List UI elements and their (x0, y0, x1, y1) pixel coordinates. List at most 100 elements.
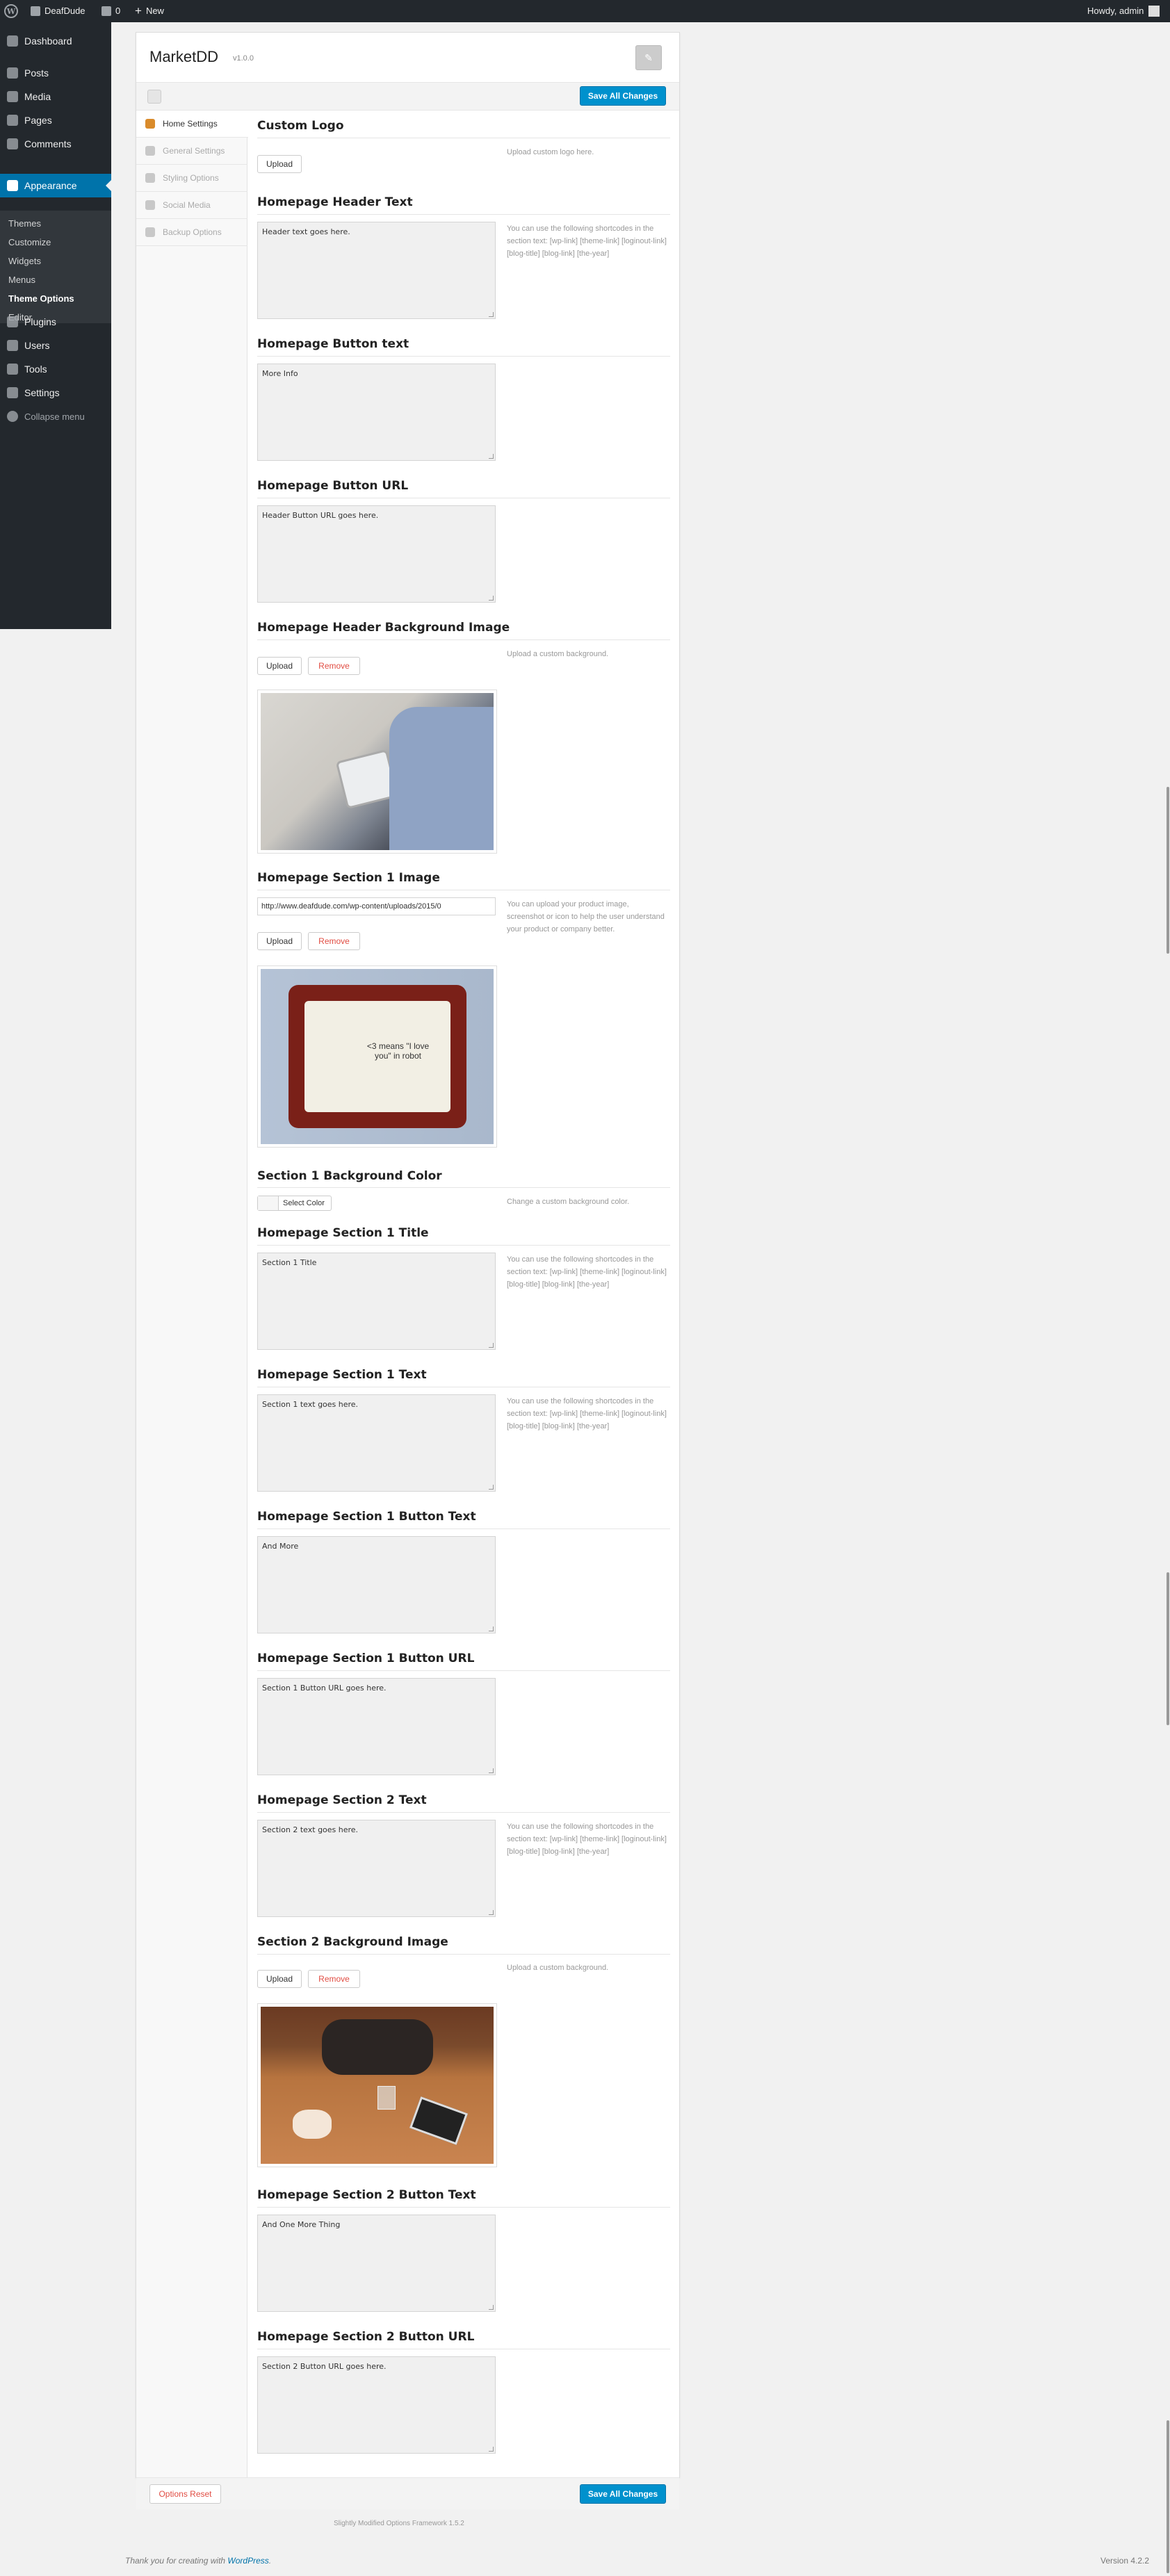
header-bg-upload-button[interactable]: Upload (257, 657, 302, 675)
section1-button-url-textarea[interactable]: Section 1 Button URL goes here. (257, 1678, 496, 1775)
new-content-link[interactable]: + New (135, 0, 164, 22)
menu-settings[interactable]: Settings (0, 381, 111, 405)
divider (257, 356, 670, 357)
save-all-changes-bottom-button[interactable]: Save All Changes (580, 2484, 666, 2504)
custom-logo-desc: Upload custom logo here. (507, 148, 594, 156)
header-text-label: Homepage Header Text (257, 195, 413, 209)
admin-bar: W DeafDude 0 + New Howdy, admin (0, 0, 1170, 22)
pages-icon (7, 115, 18, 126)
collapse-arrow-icon (7, 411, 18, 422)
save-all-changes-button[interactable]: Save All Changes (580, 86, 666, 106)
submenu-customize[interactable]: Customize (8, 237, 51, 247)
section1-bg-color-desc: Change a custom background color. (507, 1198, 630, 1206)
menu-comments[interactable]: Comments (0, 132, 111, 156)
section1-image-label: Homepage Section 1 Image (257, 871, 440, 885)
logo-upload-button[interactable]: Upload (257, 155, 302, 173)
section1-image-url-input[interactable]: http://www.deafdude.com/wp-content/uploa… (257, 897, 496, 915)
button-text-textarea[interactable]: More Info (257, 364, 496, 461)
cross-stitch-text: <3 means "I love you" in robot (304, 1001, 450, 1112)
tab-styling-options[interactable]: Styling Options (136, 165, 247, 192)
section2-text-desc: You can use the following shortcodes in … (507, 1823, 667, 1856)
wordpress-link[interactable]: WordPress (227, 2556, 268, 2566)
submenu-theme-options[interactable]: Theme Options (8, 293, 74, 304)
section1-text-textarea[interactable]: Section 1 text goes here. (257, 1394, 496, 1492)
scroll-thumb[interactable] (1167, 2420, 1169, 2573)
section1-button-text-textarea[interactable]: And More (257, 1536, 496, 1633)
comments-link[interactable]: 0 (101, 0, 120, 22)
menu-plugins[interactable]: Plugins (0, 310, 111, 334)
divider (257, 214, 670, 215)
header-bg-desc: Upload a custom background. (507, 650, 609, 658)
home-icon (145, 119, 155, 129)
collapse-menu[interactable]: Collapse menu (0, 405, 111, 428)
section1-image-preview: <3 means "I love you" in robot (257, 965, 497, 1148)
section1-title-desc: You can use the following shortcodes in … (507, 1255, 667, 1289)
section2-button-text-textarea[interactable]: And One More Thing (257, 2215, 496, 2312)
theme-logo-icon: ✎ (635, 45, 662, 70)
menu-posts[interactable]: Posts (0, 61, 111, 85)
tools-icon (145, 146, 155, 156)
avatar (1148, 6, 1160, 17)
menu-users[interactable]: Users (0, 334, 111, 357)
select-color-button[interactable]: Select Color (257, 1196, 332, 1211)
scroll-thumb[interactable] (1167, 787, 1169, 954)
divider (257, 1245, 670, 1246)
section1-text-label: Homepage Section 1 Text (257, 1368, 427, 1382)
options-tabs: Home Settings General Settings Styling O… (136, 111, 248, 2477)
menu-dashboard[interactable]: Dashboard (0, 29, 111, 53)
comment-bubble-icon (101, 6, 111, 16)
section2-bg-label: Section 2 Background Image (257, 1935, 448, 1949)
glass-image (377, 2086, 396, 2110)
site-name-link[interactable]: DeafDude (31, 0, 86, 22)
tab-social-media[interactable]: Social Media (136, 192, 247, 219)
section1-button-text-label: Homepage Section 1 Button Text (257, 1510, 476, 1524)
paintbrush-icon (7, 180, 18, 191)
expand-icon[interactable] (147, 90, 161, 104)
menu-pages[interactable]: Pages (0, 108, 111, 132)
submenu-widgets[interactable]: Widgets (8, 256, 41, 266)
scrollbar[interactable] (1164, 22, 1170, 2576)
section1-text-desc: You can use the following shortcodes in … (507, 1397, 667, 1430)
account-menu[interactable]: Howdy, admin (1087, 0, 1160, 22)
appearance-submenu: Themes Customize Widgets Menus Theme Opt… (0, 211, 111, 323)
wordpress-logo-icon[interactable]: W (4, 0, 18, 22)
section2-bg-upload-button[interactable]: Upload (257, 1970, 302, 1988)
section1-title-textarea[interactable]: Section 1 Title (257, 1253, 496, 1350)
section2-bg-desc: Upload a custom background. (507, 1964, 609, 1972)
hand-image (293, 2110, 332, 2139)
submenu-menus[interactable]: Menus (8, 275, 35, 285)
button-url-label: Homepage Button URL (257, 479, 409, 493)
tab-home-settings[interactable]: Home Settings (136, 111, 248, 138)
section1-upload-button[interactable]: Upload (257, 932, 302, 950)
menu-appearance[interactable]: Appearance (0, 174, 111, 197)
section2-button-text-label: Homepage Section 2 Button Text (257, 2188, 476, 2202)
header-text-textarea[interactable]: Header text goes here. (257, 222, 496, 319)
button-url-textarea[interactable]: Header Button URL goes here. (257, 505, 496, 603)
paint-icon (145, 173, 155, 183)
scroll-thumb[interactable] (1167, 1572, 1169, 1725)
home-icon (31, 6, 40, 16)
comments-icon (7, 138, 18, 149)
section2-bg-remove-button[interactable]: Remove (308, 1970, 360, 1988)
info-icon (145, 200, 155, 210)
plug-icon (7, 316, 18, 327)
custom-logo-label: Custom Logo (257, 119, 344, 133)
tab-general-settings[interactable]: General Settings (136, 138, 247, 165)
theme-version: v1.0.0 (233, 54, 254, 63)
section2-text-textarea[interactable]: Section 2 text goes here. (257, 1820, 496, 1917)
section1-title-label: Homepage Section 1 Title (257, 1226, 429, 1240)
user-icon (7, 340, 18, 351)
menu-media[interactable]: Media (0, 85, 111, 108)
section2-button-url-textarea[interactable]: Section 2 Button URL goes here. (257, 2356, 496, 2454)
section1-remove-button[interactable]: Remove (308, 932, 360, 950)
menu-tools[interactable]: Tools (0, 357, 111, 381)
submenu-themes[interactable]: Themes (8, 218, 41, 229)
header-text-desc: You can use the following shortcodes in … (507, 225, 667, 258)
wrench-icon (7, 364, 18, 375)
backup-icon (145, 227, 155, 237)
header-bg-remove-button[interactable]: Remove (308, 657, 360, 675)
options-reset-button[interactable]: Options Reset (149, 2484, 221, 2504)
tab-backup-options[interactable]: Backup Options (136, 219, 247, 246)
plus-icon: + (135, 4, 142, 17)
panel-header: MarketDD v1.0.0 ✎ (136, 33, 679, 83)
